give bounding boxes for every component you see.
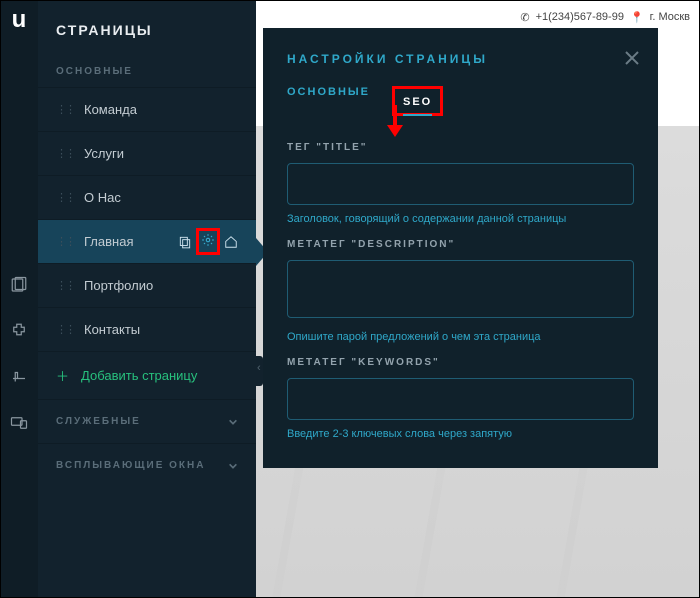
- dialog-tabs: ОСНОВНЫЕ SEO: [287, 86, 634, 116]
- field-desc-label: МЕТАТЕГ "DESCRIPTION": [287, 239, 634, 250]
- field-title-input[interactable]: [287, 163, 634, 205]
- annotation-arrow: [388, 105, 402, 139]
- page-item-label: Команда: [84, 102, 137, 117]
- add-page-button[interactable]: ＋ Добавить страницу: [38, 351, 256, 399]
- pages-title: СТРАНИЦЫ: [38, 0, 256, 56]
- field-desc-hint: Опишите парой предложений о чем эта стра…: [287, 331, 634, 343]
- design-icon[interactable]: [10, 368, 28, 386]
- panel-collapse-handle[interactable]: [256, 356, 263, 386]
- gear-highlight: [196, 228, 220, 255]
- home-icon[interactable]: [224, 235, 238, 249]
- page-item-label: О Нас: [84, 190, 121, 205]
- dialog-title: НАСТРОЙКИ СТРАНИЦЫ: [287, 52, 634, 66]
- page-item-onas[interactable]: ⋮⋮ О Нас: [38, 175, 256, 219]
- devices-icon[interactable]: [10, 414, 28, 432]
- group-service[interactable]: СЛУЖЕБНЫЕ: [38, 399, 256, 443]
- page-item-portfolio[interactable]: ⋮⋮ Портфолио: [38, 263, 256, 307]
- page-item-uslugi[interactable]: ⋮⋮ Услуги: [38, 131, 256, 175]
- close-icon[interactable]: [624, 50, 640, 66]
- page-settings-dialog: НАСТРОЙКИ СТРАНИЦЫ ОСНОВНЫЕ SEO ТЕГ "TIT…: [263, 28, 658, 468]
- page-item-label: Контакты: [84, 322, 140, 337]
- field-title-label: ТЕГ "TITLE": [287, 142, 634, 153]
- page-item-kontakty[interactable]: ⋮⋮ Контакты: [38, 307, 256, 351]
- page-item-label: Главная: [84, 234, 133, 249]
- pin-icon: 📍: [630, 11, 644, 24]
- tool-rail: u: [0, 0, 38, 598]
- brand-logo[interactable]: u: [12, 8, 27, 32]
- field-keywords-hint: Введите 2-3 ключевых слова через запятую: [287, 428, 634, 440]
- drag-handle-icon: ⋮⋮: [56, 279, 74, 292]
- chevron-down-icon: [228, 461, 238, 471]
- field-keywords-label: МЕТАТЕГ "KEYWORDS": [287, 357, 634, 368]
- tab-seo[interactable]: SEO: [403, 96, 432, 116]
- page-item-komanda[interactable]: ⋮⋮ Команда: [38, 87, 256, 131]
- group-popups[interactable]: ВСПЛЫВАЮЩИЕ ОКНА: [38, 443, 256, 487]
- group-service-label: СЛУЖЕБНЫЕ: [56, 416, 141, 427]
- pages-icon[interactable]: [10, 276, 28, 294]
- header-city: г. Москв: [650, 11, 690, 23]
- page-item-label: Услуги: [84, 146, 124, 161]
- header-phone: +1(234)567-89-99: [536, 11, 624, 23]
- pages-section-main: ОСНОВНЫЕ: [38, 56, 256, 87]
- duplicate-icon[interactable]: [178, 235, 192, 249]
- drag-handle-icon: ⋮⋮: [56, 235, 74, 248]
- add-page-label: Добавить страницу: [81, 368, 197, 383]
- chevron-down-icon: [228, 417, 238, 427]
- plus-icon: ＋: [56, 366, 69, 385]
- page-item-glavnaya[interactable]: ⋮⋮ Главная: [38, 219, 256, 263]
- tab-main[interactable]: ОСНОВНЫЕ: [287, 86, 370, 116]
- drag-handle-icon: ⋮⋮: [56, 191, 74, 204]
- pages-panel: СТРАНИЦЫ ОСНОВНЫЕ ⋮⋮ Команда ⋮⋮ Услуги ⋮⋮ О…: [38, 0, 256, 598]
- drag-handle-icon: ⋮⋮: [56, 323, 74, 336]
- phone-icon: ✆: [520, 11, 529, 24]
- field-keywords-input[interactable]: [287, 378, 634, 420]
- field-title-hint: Заголовок, говорящий о содержании данной…: [287, 213, 634, 225]
- drag-handle-icon: ⋮⋮: [56, 103, 74, 116]
- page-item-label: Портфолио: [84, 278, 153, 293]
- gear-icon[interactable]: [201, 233, 215, 247]
- drag-handle-icon: ⋮⋮: [56, 147, 74, 160]
- group-popups-label: ВСПЛЫВАЮЩИЕ ОКНА: [56, 460, 205, 471]
- field-desc-input[interactable]: [287, 260, 634, 318]
- plugins-icon[interactable]: [10, 322, 28, 340]
